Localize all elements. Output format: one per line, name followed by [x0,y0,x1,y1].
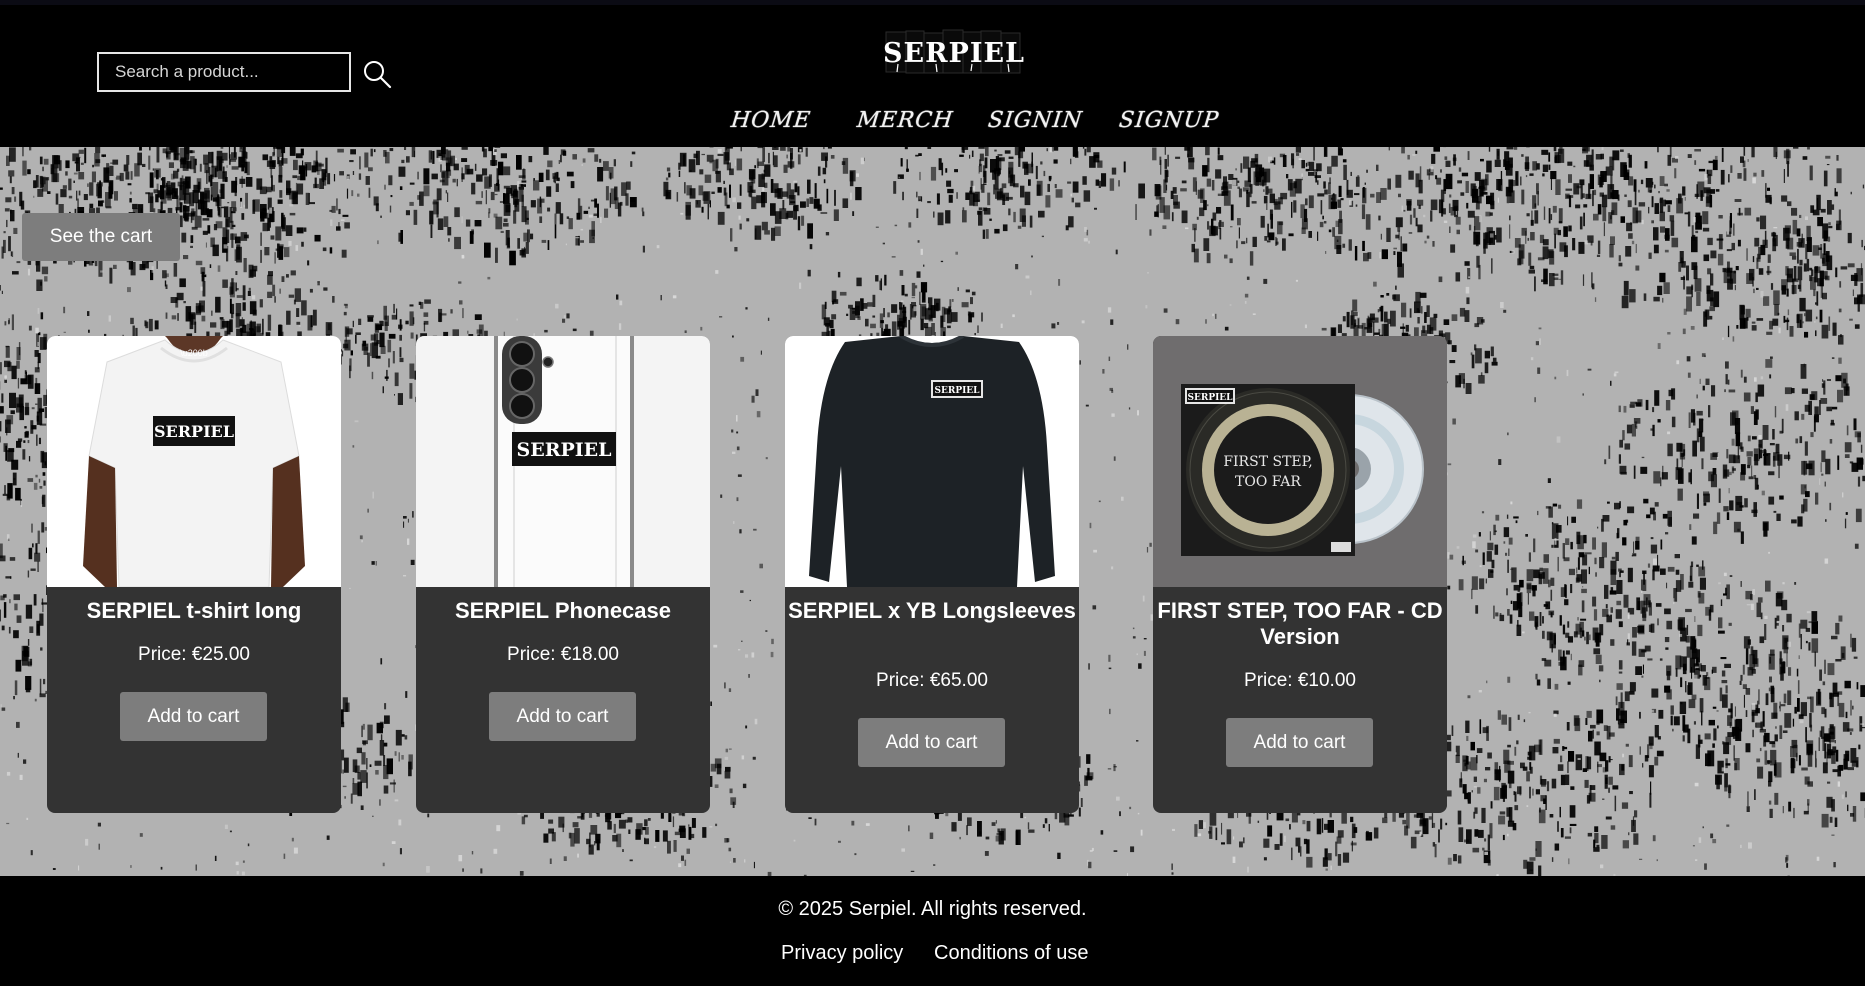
album-title-line2: TOO FAR [1235,474,1301,490]
site-logo[interactable]: SERPIEL [884,28,1024,78]
nav-home[interactable]: HOME [729,103,813,139]
copyright-text: © 2025 Serpiel. All rights reserved. [778,898,1087,920]
longsleeve-print-text: SERPIEL [934,386,980,396]
search-icon[interactable] [362,59,392,89]
product-image-cd[interactable]: FIRST STEP, TOO FAR SERPIEL [1153,336,1447,587]
product-price: Price: €25.00 [138,644,250,665]
see-cart-button[interactable]: See the cart [22,213,180,261]
add-to-cart-button[interactable]: Add to cart [489,692,636,741]
add-to-cart-button[interactable]: Add to cart [120,692,267,741]
add-to-cart-button[interactable]: Add to cart [858,718,1005,767]
product-card: SERPIEL SERPIEL x YB Longsleeves Price: … [785,336,1079,813]
album-cover-logo: SERPIEL [1187,393,1233,403]
nav-signin[interactable]: SIGNIN [986,103,1084,139]
add-to-cart-button[interactable]: Add to cart [1226,718,1373,767]
conditions-of-use-link[interactable]: Conditions of use [934,942,1089,965]
album-title-line1: FIRST STEP, [1223,454,1312,470]
logo-text: SERPIEL [884,38,1024,69]
phonecase-print-text: SERPIEL [516,439,611,461]
main-nav: HOME MERCH SIGNIN SIGNUP [0,103,1865,139]
product-price: Price: €65.00 [876,670,988,691]
site-footer: © 2025 Serpiel. All rights reserved. Pri… [0,876,1865,986]
nav-merch[interactable]: MERCH [855,103,955,139]
product-title: SERPIEL t-shirt long [86,598,302,623]
product-card: FIRST STEP, TOO FAR SERPIEL FIRST STEP, … [1153,336,1447,813]
product-price: Price: €10.00 [1244,670,1356,691]
product-card: SERPIEL \u200b SERPIEL t-shirt long Pric… [47,336,341,813]
product-image-longsleeves[interactable]: SERPIEL [785,336,1079,587]
product-card: SERPIEL SERPIEL Phonecase Price: €18.00 … [416,336,710,813]
product-price: Price: €18.00 [507,644,619,665]
tshirt-print-text: SERPIEL [154,422,234,441]
product-title: SERPIEL x YB Longsleeves [788,598,1076,623]
privacy-policy-link[interactable]: Privacy policy [781,942,903,965]
product-title: SERPIEL Phonecase [454,598,671,623]
site-header: SERPIEL HOME MERCH SIGNIN SIGNUP [0,5,1865,147]
search-input[interactable] [97,52,351,92]
nav-signup[interactable]: SIGNUP [1117,103,1221,139]
product-title: FIRST STEP, TOO FAR - CD Version [1157,598,1443,649]
product-image-tshirt[interactable]: SERPIEL \u200b [47,336,341,587]
product-image-phonecase[interactable]: SERPIEL [416,336,710,587]
shop-section: See the cart SERPIEL \u200b SERPIEL t-sh… [0,147,1865,876]
